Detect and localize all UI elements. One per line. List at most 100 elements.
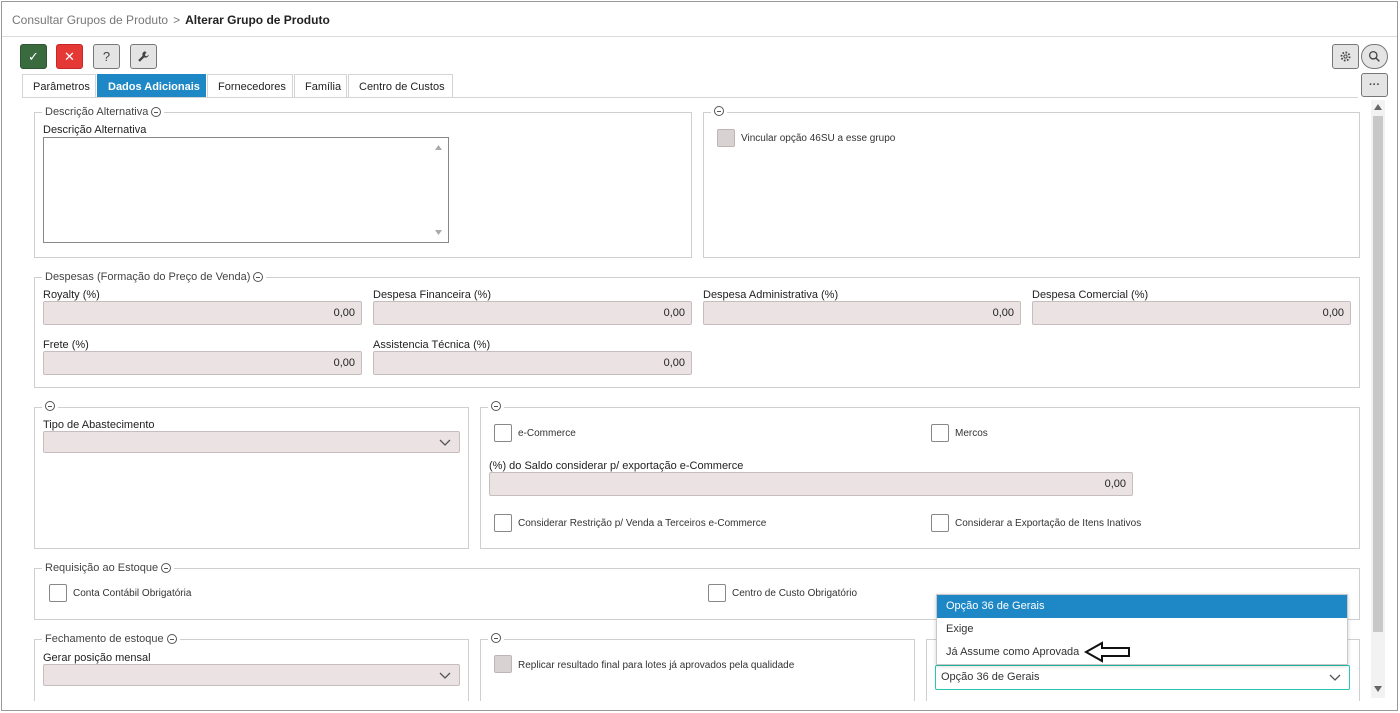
search-button[interactable] xyxy=(1361,44,1388,69)
despesa-comercial-input[interactable]: 0,00 xyxy=(1032,301,1351,325)
tab-label: Centro de Custos xyxy=(359,80,445,93)
collapse-icon[interactable] xyxy=(491,401,501,411)
settings-button[interactable] xyxy=(1332,44,1359,69)
tools-button[interactable] xyxy=(130,44,157,69)
frete-input[interactable]: 0,00 xyxy=(43,351,362,375)
mercos-checkbox[interactable] xyxy=(931,424,949,442)
fechamento-legend: Fechamento de estoque xyxy=(42,633,180,645)
despesa-administrativa-input[interactable]: 0,00 xyxy=(703,301,1021,325)
replicar-legend xyxy=(488,633,504,643)
royalty-input[interactable]: 0,00 xyxy=(43,301,362,325)
collapse-icon[interactable] xyxy=(253,272,264,282)
saldo-ecommerce-label: (%) do Saldo considerar p/ exportação e-… xyxy=(489,460,744,472)
tab-fornecedores[interactable]: Fornecedores xyxy=(207,74,293,98)
scrollbar[interactable] xyxy=(1371,100,1385,698)
abastecimento-legend xyxy=(42,401,58,411)
posicao-mensal-select[interactable] xyxy=(43,664,460,686)
vincular-label: Vincular opção 46SU a esse grupo xyxy=(741,133,896,144)
check-icon: ✓ xyxy=(28,48,39,64)
more-options-button[interactable]: ··· xyxy=(1361,73,1388,97)
restricao-venda-checkbox[interactable] xyxy=(494,514,512,532)
desc-alternativa-textarea[interactable] xyxy=(43,137,449,243)
header-divider xyxy=(2,36,1397,37)
collapse-icon[interactable] xyxy=(491,633,501,643)
confirm-button[interactable]: ✓ xyxy=(20,44,47,69)
exportacao-inativos-label: Considerar a Exportação de Itens Inativo… xyxy=(955,518,1142,529)
tab-label: Fornecedores xyxy=(218,80,286,93)
search-icon xyxy=(1368,50,1380,62)
dropdown-option-opcao-36[interactable]: Opção 36 de Gerais xyxy=(937,595,1347,618)
chevron-down-icon xyxy=(1329,674,1341,681)
replicar-checkbox[interactable] xyxy=(494,655,512,673)
centro-custo-checkbox[interactable] xyxy=(708,584,726,602)
chevron-down-icon xyxy=(439,672,451,679)
opcao-36-select[interactable]: Opção 36 de Gerais xyxy=(935,665,1350,690)
restricao-venda-label: Considerar Restrição p/ Venda a Terceiro… xyxy=(518,518,767,529)
tab-centro-de-custos[interactable]: Centro de Custos xyxy=(348,74,453,98)
frete-label: Frete (%) xyxy=(43,339,89,351)
textarea-scroll-down-icon[interactable] xyxy=(435,230,442,235)
conta-contabil-label: Conta Contábil Obrigatória xyxy=(73,588,192,599)
conta-contabil-checkbox[interactable] xyxy=(49,584,67,602)
tab-familia[interactable]: Família xyxy=(294,74,347,98)
ecommerce-legend xyxy=(488,401,504,411)
tab-label: Família xyxy=(305,80,342,93)
tab-label: Dados Adicionais xyxy=(108,80,200,93)
help-button[interactable]: ? xyxy=(93,44,120,69)
tab-dados-adicionais[interactable]: Dados Adicionais xyxy=(97,74,206,98)
chevron-down-icon xyxy=(439,439,451,446)
assistencia-tecnica-input[interactable]: 0,00 xyxy=(373,351,692,375)
more-icon: ··· xyxy=(1369,79,1380,91)
section-title: Fechamento de estoque xyxy=(45,633,164,645)
breadcrumb-separator: > xyxy=(173,13,181,27)
despesa-administrativa-label: Despesa Administrativa (%) xyxy=(703,289,839,301)
help-icon: ? xyxy=(102,49,111,64)
gear-icon xyxy=(1340,51,1351,62)
centro-custo-label: Centro de Custo Obrigatório xyxy=(732,588,858,599)
dropdown-option-exige[interactable]: Exige xyxy=(937,618,1347,641)
breadcrumb-current: Alterar Grupo de Produto xyxy=(185,13,330,27)
breadcrumb: Consultar Grupos de Produto > Alterar Grup… xyxy=(12,13,330,27)
desc-alternativa-legend: Descrição Alternativa xyxy=(42,106,165,118)
assistencia-tecnica-label: Assistencia Técnica (%) xyxy=(373,339,491,351)
ecommerce-checkbox[interactable] xyxy=(494,424,512,442)
collapse-icon[interactable] xyxy=(151,107,162,117)
scroll-up-icon[interactable] xyxy=(1374,104,1382,110)
despesa-financeira-input[interactable]: 0,00 xyxy=(373,301,692,325)
opcao-36-value: Opção 36 de Gerais xyxy=(941,671,1040,683)
vincular-legend xyxy=(711,106,727,116)
exportacao-inativos-checkbox[interactable] xyxy=(931,514,949,532)
ecommerce-label: e-Commerce xyxy=(518,428,576,439)
close-icon: ✕ xyxy=(64,48,75,64)
despesa-comercial-label: Despesa Comercial (%) xyxy=(1032,289,1149,301)
replicar-label: Replicar resultado final para lotes já a… xyxy=(518,660,795,671)
section-title: Requisição ao Estoque xyxy=(45,562,159,574)
abastecimento-label: Tipo de Abastecimento xyxy=(43,419,155,431)
tab-parametros[interactable]: Parâmetros xyxy=(22,74,96,98)
despesas-legend: Despesas (Formação do Preço de Venda) xyxy=(42,271,267,283)
collapse-icon[interactable] xyxy=(161,563,172,573)
opcao-36-dropdown-list: Opção 36 de Gerais Exige Já Assume como … xyxy=(936,594,1348,665)
wrench-icon xyxy=(138,51,149,62)
collapse-icon[interactable] xyxy=(45,401,55,411)
textarea-scroll-up-icon[interactable] xyxy=(435,145,442,150)
tab-label: Parâmetros xyxy=(33,80,90,93)
dropdown-option-ja-assume-aprovada[interactable]: Já Assume como Aprovada xyxy=(937,641,1347,664)
despesa-financeira-label: Despesa Financeira (%) xyxy=(373,289,491,301)
collapse-icon[interactable] xyxy=(714,106,724,116)
royalty-label: Royalty (%) xyxy=(43,289,100,301)
saldo-ecommerce-input[interactable]: 0,00 xyxy=(489,472,1133,496)
section-title: Despesas (Formação do Preço de Venda) xyxy=(45,271,251,283)
vincular-checkbox[interactable] xyxy=(717,129,735,147)
tabs-baseline xyxy=(22,97,1358,98)
collapse-icon[interactable] xyxy=(166,634,177,644)
cancel-button[interactable]: ✕ xyxy=(56,44,83,69)
scrollbar-thumb[interactable] xyxy=(1373,116,1383,632)
desc-alternativa-label: Descrição Alternativa xyxy=(43,124,147,136)
breadcrumb-parent-link[interactable]: Consultar Grupos de Produto xyxy=(12,13,168,27)
abastecimento-select[interactable] xyxy=(43,431,460,453)
pointer-arrow-icon xyxy=(1084,641,1130,663)
posicao-mensal-label: Gerar posição mensal xyxy=(43,652,151,664)
scroll-down-icon[interactable] xyxy=(1374,686,1382,692)
mercos-label: Mercos xyxy=(955,428,988,439)
